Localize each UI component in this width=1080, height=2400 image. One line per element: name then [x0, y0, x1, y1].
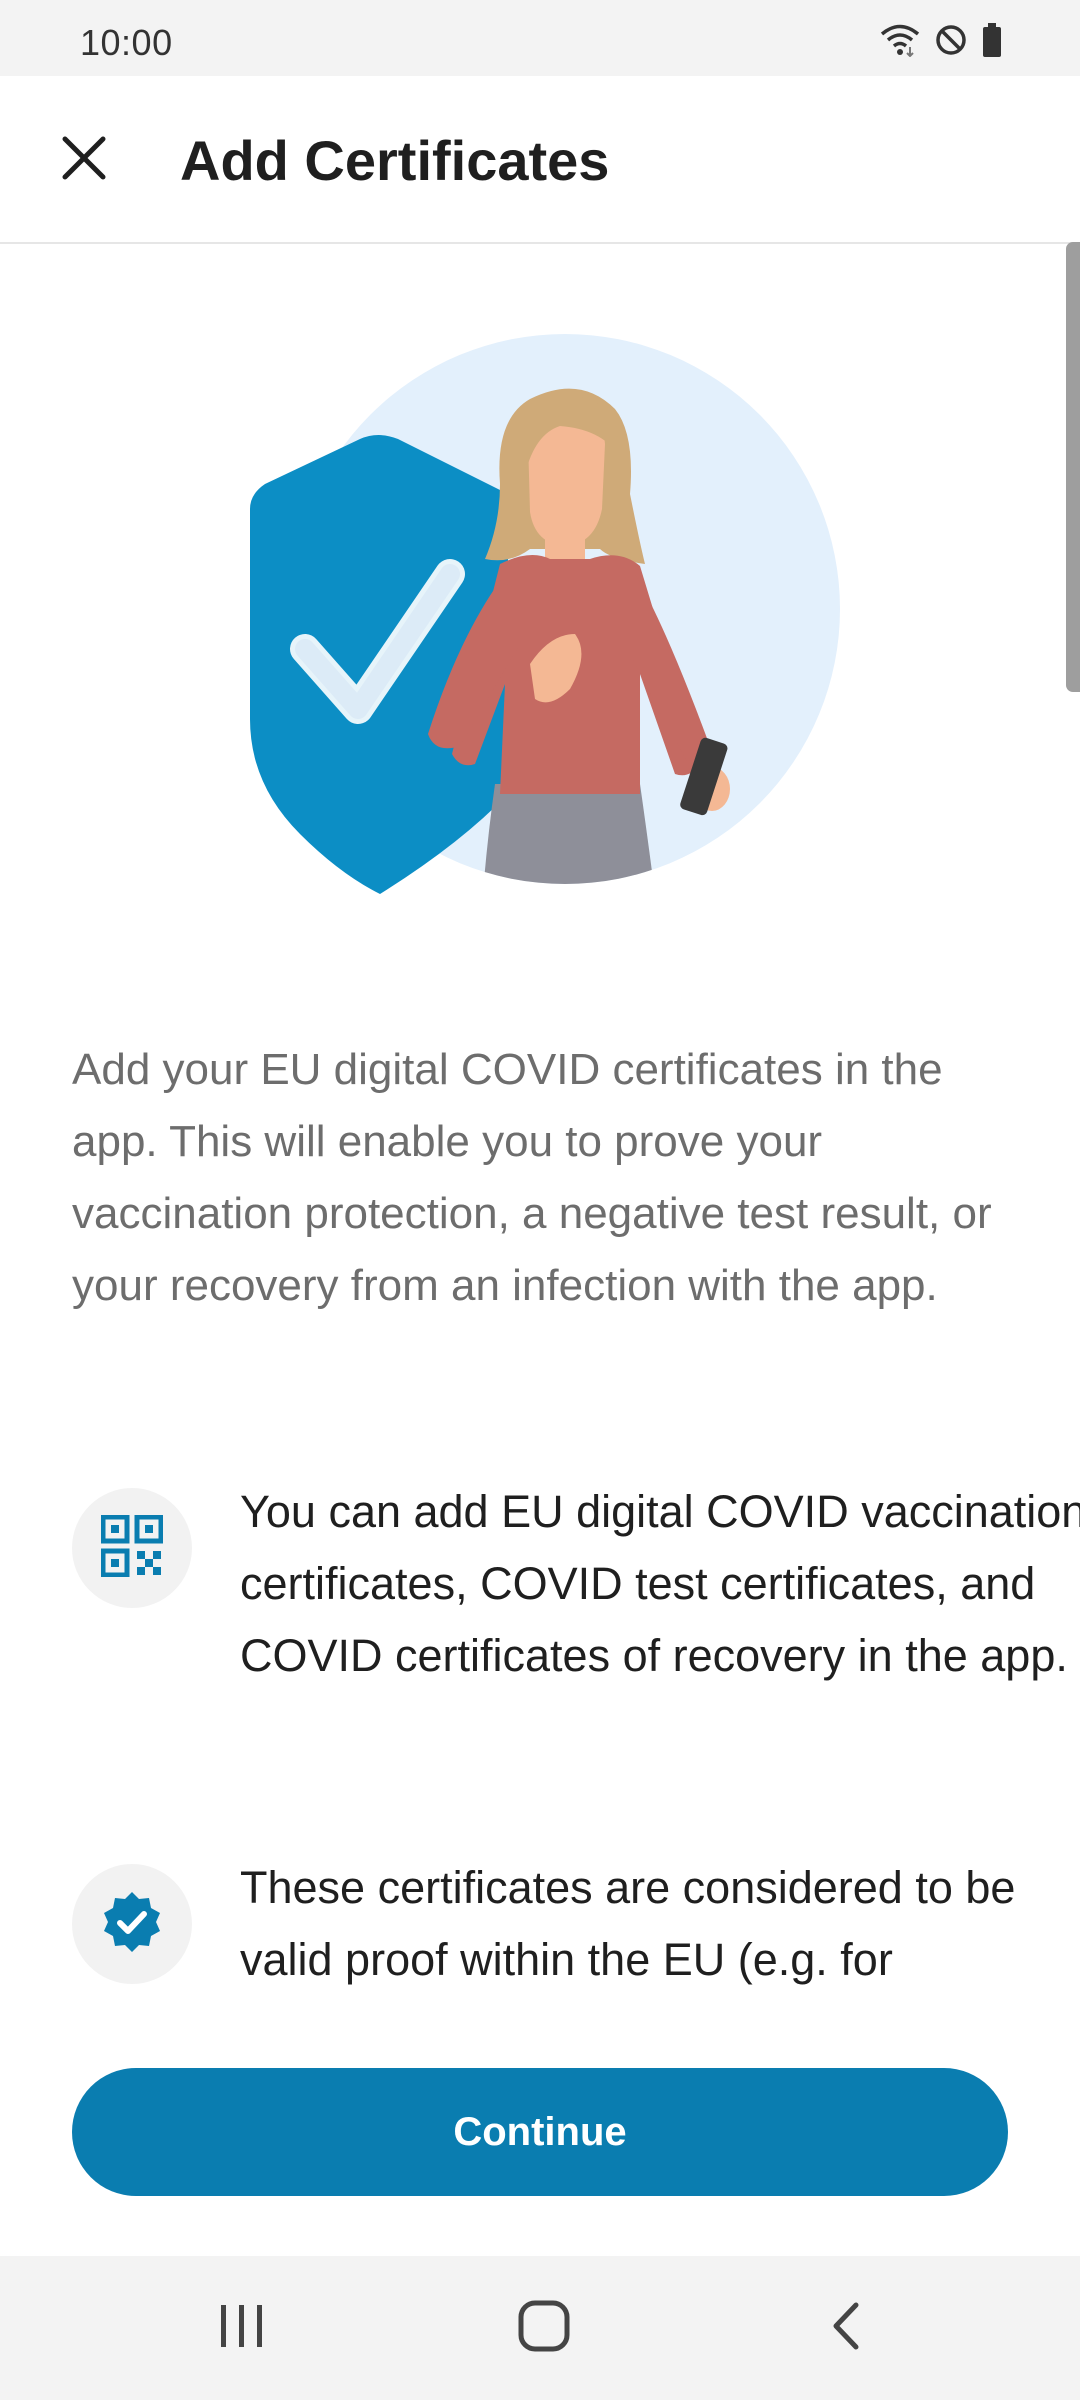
feature-text: These certificates are considered to be … [240, 1862, 1016, 1985]
verified-badge-icon [100, 1890, 164, 1959]
feature-icon-circle [72, 1488, 192, 1608]
home-icon [517, 2299, 571, 2358]
qr-code-icon [100, 1514, 164, 1582]
do-not-disturb-icon [934, 23, 968, 62]
feature-icon-circle [72, 1864, 192, 1984]
intro-text: Add your EU digital COVID certificates i… [72, 1045, 992, 1310]
scrollbar-thumb[interactable] [1066, 242, 1080, 692]
continue-button[interactable]: Continue [72, 2068, 1008, 2196]
back-icon [828, 2301, 864, 2356]
recent-apps-button[interactable] [182, 2278, 302, 2378]
home-button[interactable] [484, 2278, 604, 2378]
status-icons [880, 22, 1002, 62]
status-bar: 10:00 [0, 0, 1080, 76]
hero-illustration [230, 334, 850, 914]
wifi-icon [880, 23, 920, 62]
status-time: 10:00 [80, 22, 173, 63]
feature-text: You can add EU digital COVID vaccination… [240, 1486, 1080, 1681]
battery-icon [982, 22, 1002, 62]
system-nav-bar [0, 2256, 1080, 2400]
close-button[interactable] [44, 120, 124, 200]
page-title: Add Certificates [180, 129, 610, 192]
content-scroll-area[interactable]: Add your EU digital COVID certificates i… [0, 244, 1080, 2044]
app-bar: Add Certificates [0, 76, 1080, 244]
recent-apps-icon [217, 2303, 267, 2354]
back-button[interactable] [786, 2278, 906, 2378]
close-icon [60, 134, 108, 187]
